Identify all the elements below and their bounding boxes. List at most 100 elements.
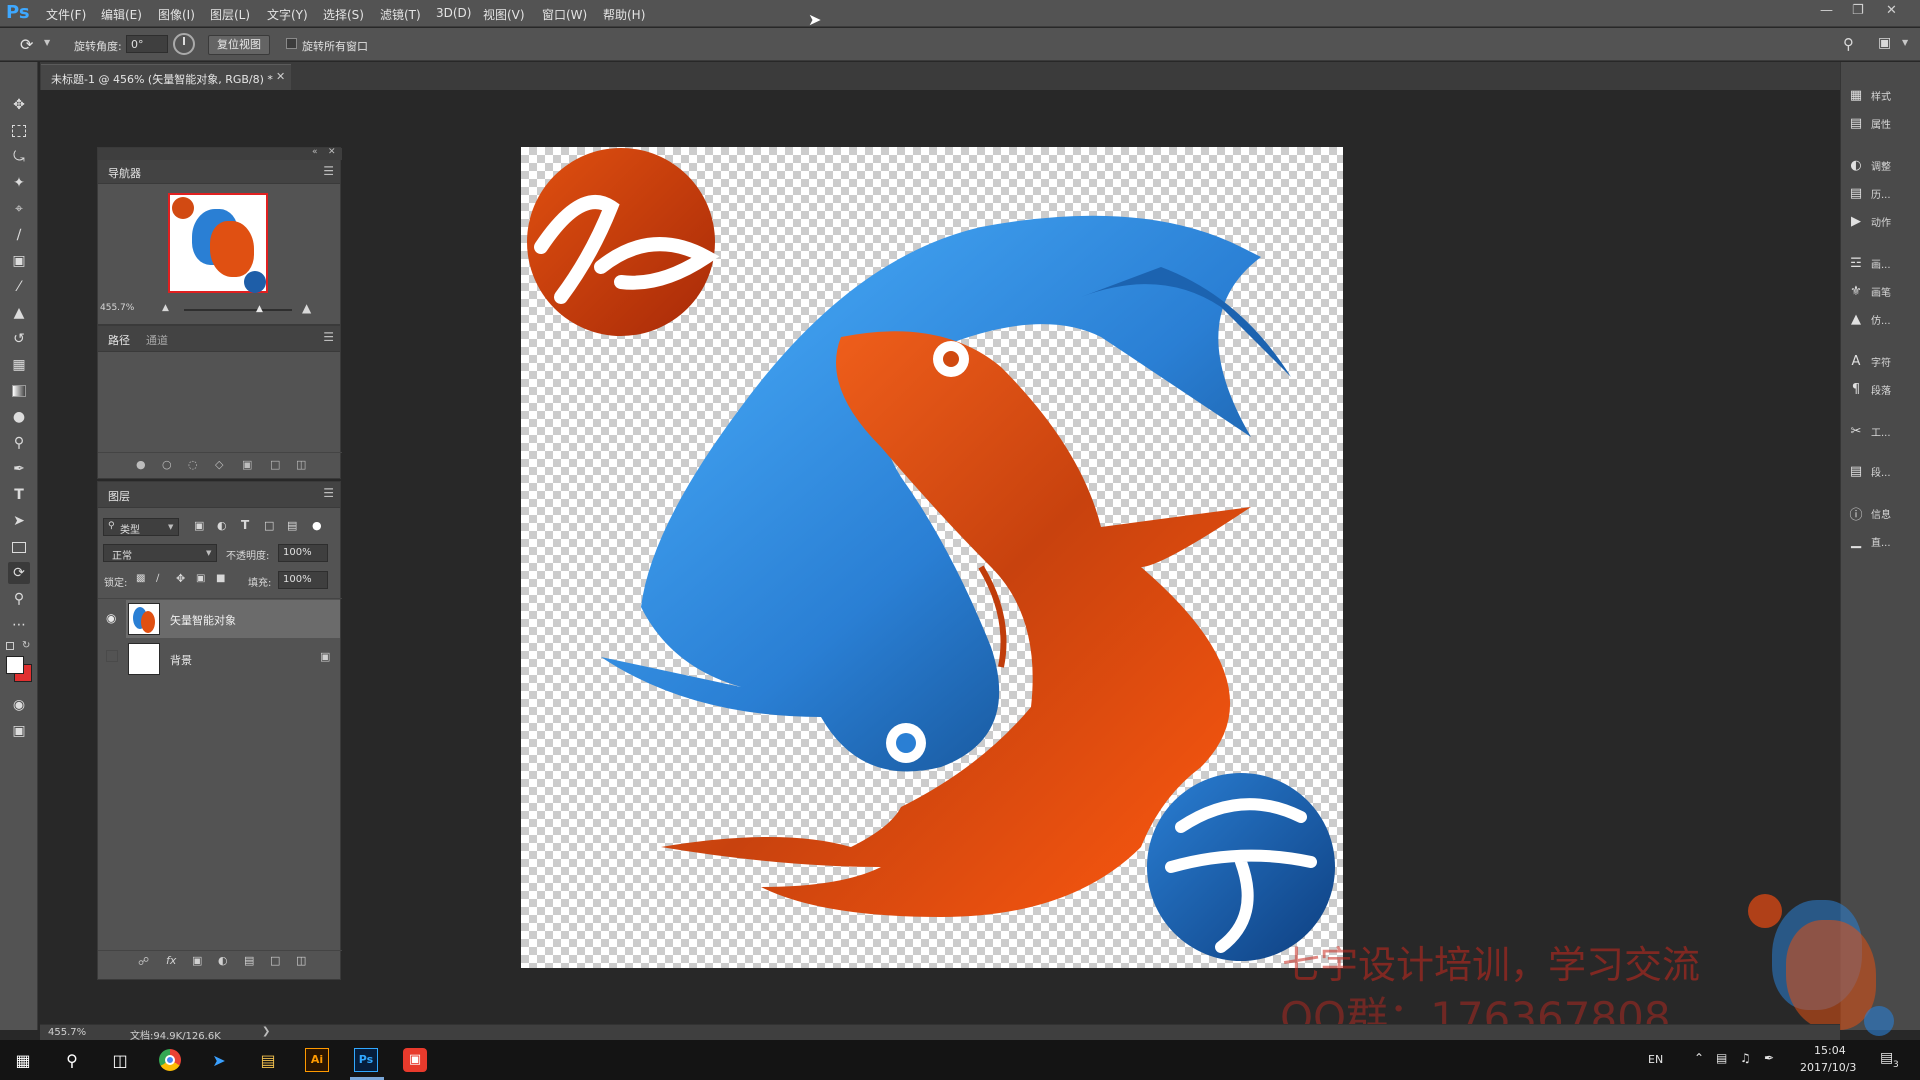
menu-filter[interactable]: 滤镜(T)	[380, 6, 421, 23]
layer-name[interactable]: 矢量智能对象	[170, 612, 236, 628]
navigator-zoom-slider[interactable]	[184, 309, 292, 311]
make-work-path-icon[interactable]: ◇	[215, 458, 223, 471]
filter-toggle-icon[interactable]: ●	[312, 519, 322, 532]
clone-stamp-icon[interactable]: ▲	[8, 302, 30, 324]
lock-transparent-icon[interactable]: ▩	[136, 573, 145, 584]
dock-adjustments[interactable]: ◐ 调整	[1847, 154, 1919, 176]
dock-brushes[interactable]: ⚜ 画笔	[1847, 280, 1919, 302]
network-icon[interactable]: ▤	[1716, 1051, 1727, 1065]
history-brush-icon[interactable]: ↺	[8, 328, 30, 350]
rotate-angle-input[interactable]: 0°	[126, 35, 168, 53]
path-selection-icon[interactable]: ➤	[8, 510, 30, 532]
new-path-icon[interactable]: □	[270, 458, 280, 471]
filter-type-icon[interactable]: T	[241, 518, 249, 532]
menu-window[interactable]: 窗口(W)	[542, 6, 587, 23]
healing-brush-icon[interactable]: ▣	[8, 250, 30, 272]
close-icon[interactable]: ✕	[1886, 3, 1897, 18]
status-menu-arrow-icon[interactable]: ❯	[262, 1026, 270, 1037]
dodge-icon[interactable]: ⚲	[8, 432, 30, 454]
dock-properties[interactable]: ▤ 属性	[1847, 112, 1919, 134]
blur-icon[interactable]: ●	[8, 406, 30, 428]
task-view-icon[interactable]: ◫	[103, 1046, 137, 1074]
menu-image[interactable]: 图像(I)	[158, 6, 195, 23]
dock-character[interactable]: A 字符	[1847, 350, 1919, 372]
zoom-out-icon[interactable]: ▲	[162, 303, 169, 313]
search-icon[interactable]: ⚲	[55, 1046, 89, 1074]
add-mask-icon[interactable]: ▣	[242, 458, 252, 471]
zoom-icon[interactable]: ⚲	[8, 588, 30, 610]
close-tab-icon[interactable]: ✕	[276, 70, 285, 83]
workspace-icon[interactable]: ▣	[1878, 35, 1891, 51]
rotate-view-tool-icon[interactable]: ⟳	[20, 35, 33, 54]
load-selection-icon[interactable]: ◌	[188, 458, 198, 471]
lock-artboard-icon[interactable]: ▣	[196, 573, 205, 584]
clock-date[interactable]: 2017/10/3	[1800, 1061, 1856, 1074]
pen-icon[interactable]: ✒	[8, 458, 30, 480]
dock-info[interactable]: ⓘ 信息	[1847, 502, 1919, 524]
crop-icon[interactable]: ⌖	[8, 198, 30, 220]
tab-paths[interactable]: 路径	[108, 332, 130, 348]
windows-start-icon[interactable]: ▦	[6, 1046, 40, 1074]
photoshop-icon[interactable]: Ps	[349, 1046, 383, 1074]
input-language[interactable]: EN	[1648, 1053, 1663, 1066]
screen-mode-icon[interactable]: ▣	[8, 720, 30, 742]
layer-name[interactable]: 背景	[170, 652, 192, 668]
feishu-icon[interactable]: ➤	[202, 1046, 236, 1074]
filter-pixel-icon[interactable]: ▣	[194, 519, 204, 532]
workspace-chevron-icon[interactable]: ▼	[1902, 38, 1908, 47]
dock-histogram[interactable]: ▁ 直...	[1847, 530, 1919, 552]
marquee-icon[interactable]	[8, 120, 30, 142]
quick-mask-icon[interactable]: ◉	[8, 694, 30, 716]
layer-row[interactable]: 背景 ▣	[126, 640, 340, 678]
link-layers-icon[interactable]: ☍	[138, 955, 149, 968]
rectangle-icon[interactable]	[8, 536, 30, 558]
menu-type[interactable]: 文字(Y)	[267, 6, 308, 23]
dock-layer-comps[interactable]: ▤ 段...	[1847, 460, 1919, 482]
dock-paragraph[interactable]: ¶ 段落	[1847, 378, 1919, 400]
rotate-all-windows-checkbox[interactable]	[286, 38, 297, 49]
eraser-icon[interactable]: ▦	[8, 354, 30, 376]
volume-icon[interactable]: ♫	[1740, 1051, 1751, 1065]
chrome-icon[interactable]	[153, 1046, 187, 1074]
eyedropper-icon[interactable]: ∕	[8, 224, 30, 246]
default-colors-icon[interactable]	[6, 642, 14, 650]
swap-colors-icon[interactable]: ↻	[22, 640, 30, 651]
document-tab[interactable]: 未标题-1 @ 456% (矢量智能对象, RGB/8) * ✕	[41, 64, 291, 90]
panel-menu-icon[interactable]: ☰	[323, 486, 334, 500]
rotate-view-icon[interactable]: ⟳	[8, 562, 30, 584]
blend-mode-select[interactable]: 正常 ▼	[103, 544, 217, 562]
tab-layers[interactable]: 图层	[108, 488, 130, 504]
lock-all-icon[interactable]: ■	[216, 573, 225, 584]
navigator-zoom-handle[interactable]: ▲	[256, 304, 263, 314]
move-icon[interactable]: ✥	[8, 94, 30, 116]
screen-recorder-icon[interactable]: ▣	[398, 1046, 432, 1074]
layer-filter-select[interactable]: ⚲ 类型 ▼	[103, 518, 179, 536]
visibility-eye-icon[interactable]: ◉	[106, 611, 116, 625]
layer-row[interactable]: 矢量智能对象	[126, 600, 340, 638]
dock-history[interactable]: ▤ 历...	[1847, 182, 1919, 204]
lock-image-icon[interactable]: ∕	[156, 573, 159, 584]
file-explorer-icon[interactable]: ▤	[251, 1046, 285, 1074]
dock-actions[interactable]: ▶ 动作	[1847, 210, 1919, 232]
filter-smart-object-icon[interactable]: ▤	[287, 519, 297, 532]
fx-icon[interactable]: fx	[166, 954, 176, 967]
fill-path-icon[interactable]: ●	[136, 458, 146, 471]
stroke-path-icon[interactable]: ○	[162, 458, 172, 471]
notifications-icon[interactable]: ▤	[1880, 1050, 1893, 1066]
close-panels-icon[interactable]: ✕	[328, 147, 336, 157]
illustrator-icon[interactable]: Ai	[300, 1046, 334, 1074]
minimize-icon[interactable]: —	[1820, 3, 1833, 18]
navigator-thumbnail[interactable]	[168, 193, 268, 293]
status-zoom[interactable]: 455.7%	[48, 1027, 86, 1038]
navigator-tab[interactable]: 导航器	[108, 165, 141, 181]
collapse-panels-icon[interactable]: «	[312, 147, 318, 157]
clock-time[interactable]: 15:04	[1814, 1044, 1846, 1057]
tool-preset-chevron-icon[interactable]: ▼	[44, 38, 50, 47]
dock-styles[interactable]: ▦ 样式	[1847, 84, 1919, 106]
filter-shape-icon[interactable]: □	[264, 519, 274, 532]
dock-clone-source[interactable]: ▲ 仿...	[1847, 308, 1919, 330]
menu-view[interactable]: 视图(V)	[483, 6, 525, 23]
opacity-input[interactable]: 100%	[278, 544, 328, 562]
menu-select[interactable]: 选择(S)	[323, 6, 364, 23]
menu-file[interactable]: 文件(F)	[46, 6, 86, 23]
